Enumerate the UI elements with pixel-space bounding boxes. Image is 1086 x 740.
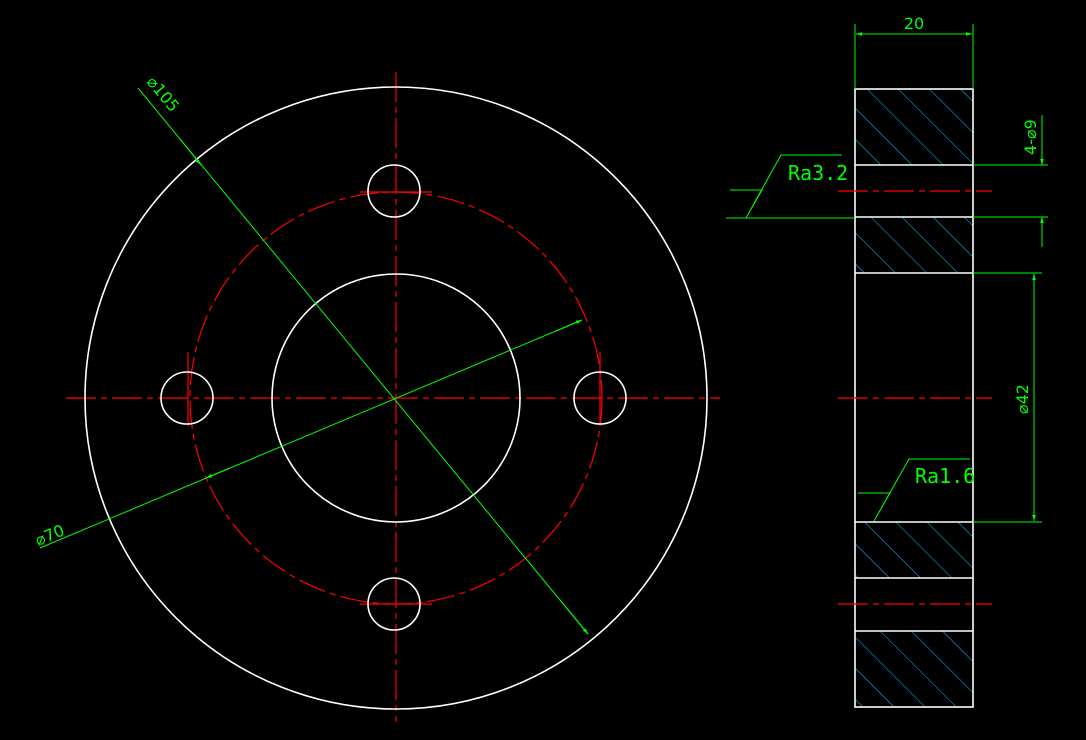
dim-70-arrow-left (205, 467, 231, 479)
dim-20-label: 20 (904, 14, 924, 33)
dim-105-line (137, 87, 589, 635)
hatch-section-4 (855, 631, 973, 707)
dim-70-arrow-right (555, 319, 583, 332)
hatch-section-2 (855, 217, 973, 273)
hatch-section-1 (855, 89, 973, 165)
cad-drawing-canvas: ⌀105 ⌀70 20 4-⌀9 ⌀42 Ra3.2 Ra1.6 (0, 0, 1086, 740)
dim-105-label: ⌀105 (143, 72, 183, 115)
front-view: ⌀105 ⌀70 (32, 72, 720, 722)
bolt-hole-top (367, 164, 421, 218)
ra32-label: Ra3.2 (788, 161, 848, 185)
dim-70-label: ⌀70 (32, 521, 67, 550)
hatch-section-3 (855, 522, 973, 578)
ra16-label: Ra1.6 (915, 464, 975, 488)
dim-105-arrow-top (179, 138, 202, 166)
dim-42-label: ⌀42 (1013, 384, 1032, 414)
dim-105-arrow-bottom (559, 599, 589, 635)
dim-70-line (39, 319, 583, 549)
dim-9-label: 4-⌀9 (1021, 119, 1040, 155)
side-view: 20 4-⌀9 ⌀42 Ra3.2 Ra1.6 (726, 14, 1048, 708)
